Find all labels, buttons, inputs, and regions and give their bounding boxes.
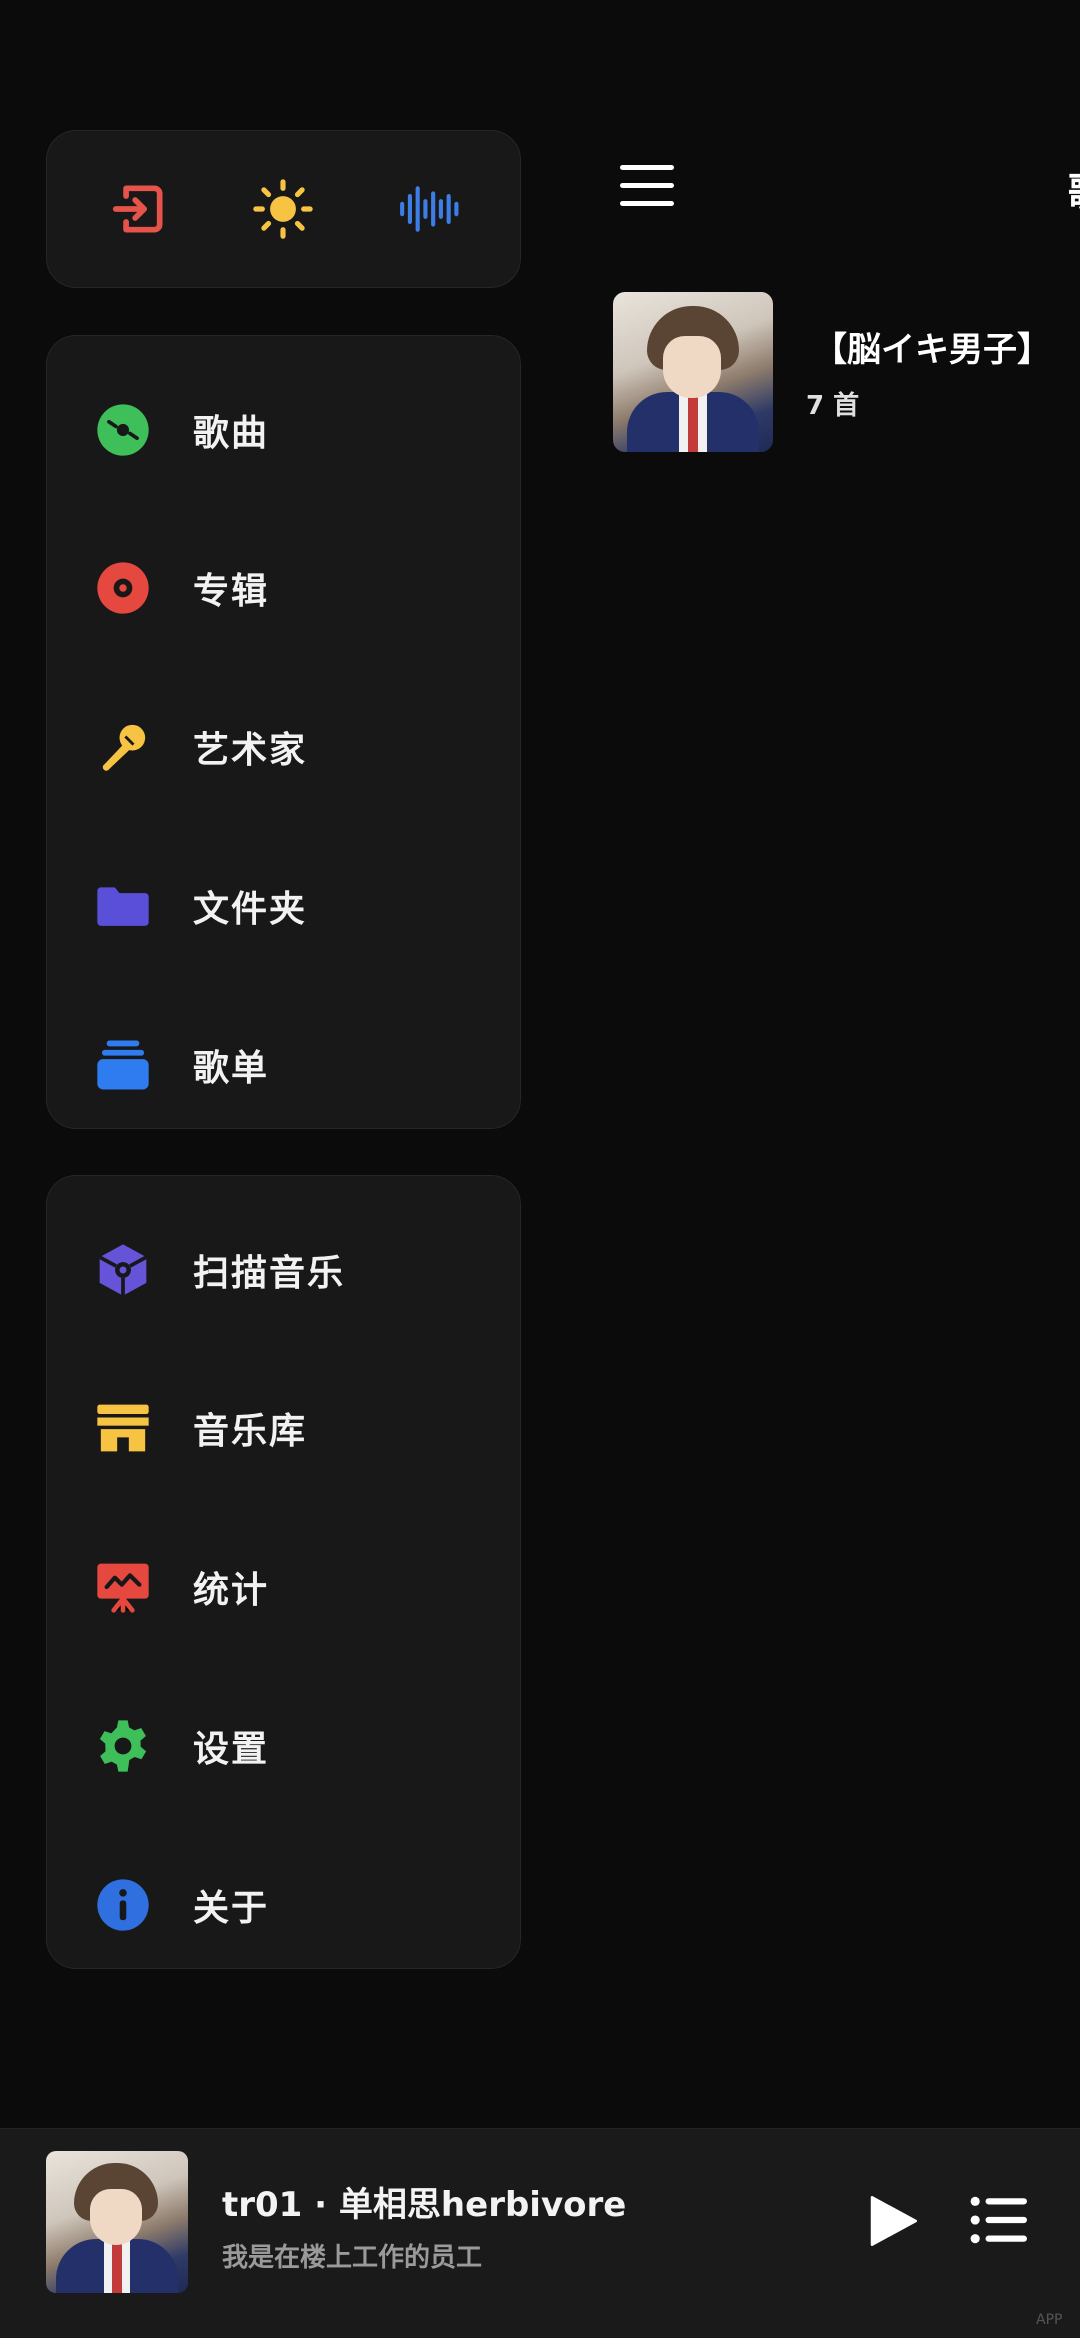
menu-item-songs[interactable]: 歌曲 (47, 370, 520, 490)
now-playing-title: tr01 · 单相思herbivore (222, 2185, 627, 2225)
folder-icon (95, 878, 151, 934)
menu-item-artists[interactable]: 艺术家 (47, 687, 520, 807)
menu-item-playlists[interactable]: 歌单 (47, 1005, 520, 1125)
menu-item-albums[interactable]: 专辑 (47, 528, 520, 648)
scan-cube-icon (95, 1242, 151, 1298)
gear-icon (95, 1718, 151, 1774)
menu-item-scan-music[interactable]: 扫描音乐 (47, 1210, 520, 1330)
menu-item-settings[interactable]: 设置 (47, 1686, 520, 1806)
menu-item-label: 音乐库 (193, 1411, 308, 1452)
playlist-stack-icon (95, 1037, 151, 1093)
menu-item-label: 艺术家 (193, 730, 308, 771)
play-button[interactable] (862, 2191, 922, 2251)
album-cover (613, 292, 773, 452)
menu-item-label: 文件夹 (193, 889, 308, 930)
now-playing-cover (46, 2151, 188, 2293)
menu-item-label: 歌曲 (193, 413, 270, 454)
mini-player[interactable]: tr01 · 单相思herbivore 我是在楼上工作的员工 (0, 2128, 1080, 2338)
sun-icon (253, 179, 314, 239)
album-list-item[interactable]: 【脳イキ男子】 7 首 (613, 292, 1080, 452)
menu-item-label: 扫描音乐 (193, 1253, 346, 1294)
theme-toggle-button[interactable] (238, 164, 328, 254)
menu-item-label: 专辑 (193, 571, 270, 612)
menu-item-music-library[interactable]: 音乐库 (47, 1368, 520, 1488)
waveform-icon (399, 186, 459, 232)
vinyl-icon (95, 560, 151, 616)
app-screen: 歌 【脳イキ男子】 7 首 (0, 0, 1080, 2338)
menu-item-label: 关于 (193, 1888, 270, 1929)
exit-button[interactable] (94, 164, 184, 254)
store-icon (95, 1400, 151, 1456)
system-menu-panel: 扫描音乐 音乐库 统计 设置 关于 (46, 1175, 521, 1969)
disc-icon (95, 402, 151, 458)
now-playing-artist: 我是在楼上工作的员工 (222, 2243, 483, 2273)
album-track-count: 7 首 (806, 391, 860, 421)
menu-item-label: 设置 (193, 1729, 270, 1770)
queue-button[interactable] (970, 2195, 1028, 2245)
menu-item-statistics[interactable]: 统计 (47, 1527, 520, 1647)
watermark: APP (1036, 2312, 1063, 2328)
menu-item-label: 统计 (193, 1570, 270, 1611)
menu-item-folders[interactable]: 文件夹 (47, 846, 520, 966)
microphone-icon (95, 719, 151, 775)
info-icon (95, 1877, 151, 1933)
menu-item-about[interactable]: 关于 (47, 1845, 520, 1965)
play-icon (870, 2196, 917, 2246)
library-menu-panel: 歌曲 专辑 艺术家 文件夹 歌单 (46, 335, 521, 1129)
page-title: 歌 (1068, 160, 1080, 218)
list-icon (970, 2196, 1027, 2244)
chart-board-icon (95, 1559, 151, 1615)
menu-icon[interactable] (620, 165, 674, 207)
album-title: 【脳イキ男子】 (813, 330, 1051, 370)
menu-item-label: 歌单 (193, 1048, 270, 1089)
equalizer-button[interactable] (383, 164, 473, 254)
exit-icon (113, 185, 163, 233)
quick-actions-panel (46, 130, 521, 288)
